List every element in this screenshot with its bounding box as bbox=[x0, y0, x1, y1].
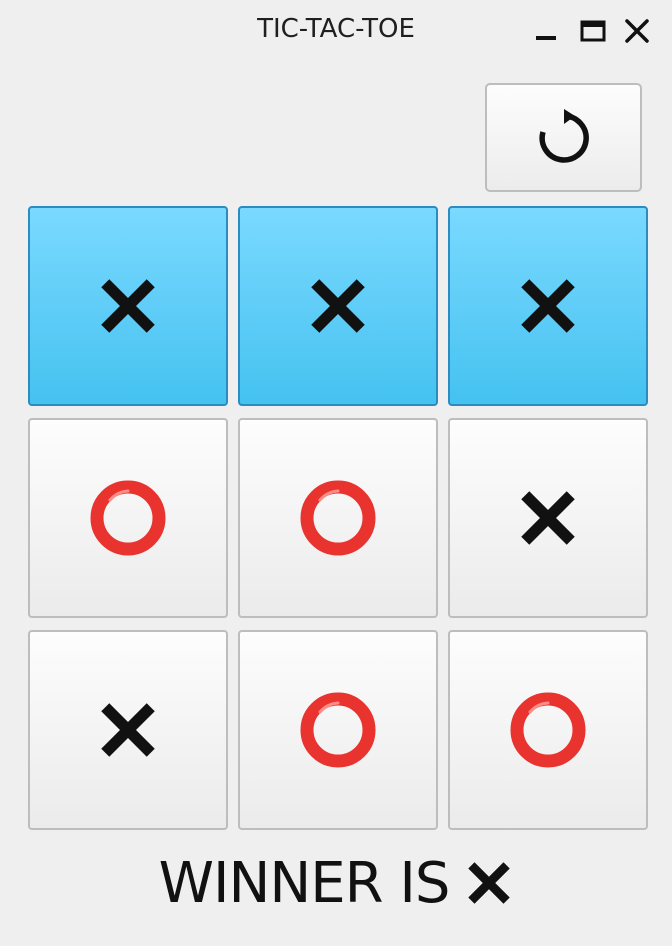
board-cell-5[interactable] bbox=[238, 418, 438, 618]
board-cell-9[interactable] bbox=[448, 630, 648, 830]
x-mark-icon bbox=[101, 703, 155, 757]
o-mark-icon bbox=[510, 692, 586, 768]
board-cell-2[interactable] bbox=[238, 206, 438, 406]
x-mark-icon bbox=[521, 279, 575, 333]
x-mark-icon bbox=[521, 491, 575, 545]
x-mark-icon bbox=[101, 279, 155, 333]
winner-mark bbox=[465, 859, 513, 907]
maximize-icon bbox=[580, 20, 606, 42]
close-button[interactable] bbox=[620, 14, 654, 48]
minimize-icon bbox=[536, 36, 556, 40]
game-board bbox=[28, 206, 648, 830]
window-title: TIC-TAC-TOE bbox=[257, 14, 415, 44]
board-cell-3[interactable] bbox=[448, 206, 648, 406]
o-mark-icon bbox=[90, 480, 166, 556]
x-mark-icon bbox=[311, 279, 365, 333]
title-bar: TIC-TAC-TOE bbox=[0, 0, 672, 62]
game-status: WINNER IS bbox=[0, 848, 672, 918]
x-mark-icon bbox=[468, 862, 511, 904]
restart-icon bbox=[538, 108, 589, 163]
board-cell-8[interactable] bbox=[238, 630, 438, 830]
board-cell-1[interactable] bbox=[28, 206, 228, 406]
restart-button[interactable] bbox=[485, 83, 642, 192]
maximize-button[interactable] bbox=[576, 14, 610, 48]
minimize-button[interactable] bbox=[530, 14, 564, 48]
game-window: TIC-TAC-TOE WINNER IS bbox=[0, 0, 672, 946]
status-label: WINNER IS bbox=[158, 850, 451, 916]
board-cell-6[interactable] bbox=[448, 418, 648, 618]
board-cell-4[interactable] bbox=[28, 418, 228, 618]
o-mark-icon bbox=[300, 692, 376, 768]
board-cell-7[interactable] bbox=[28, 630, 228, 830]
o-mark-icon bbox=[300, 480, 376, 556]
close-icon bbox=[625, 19, 649, 43]
